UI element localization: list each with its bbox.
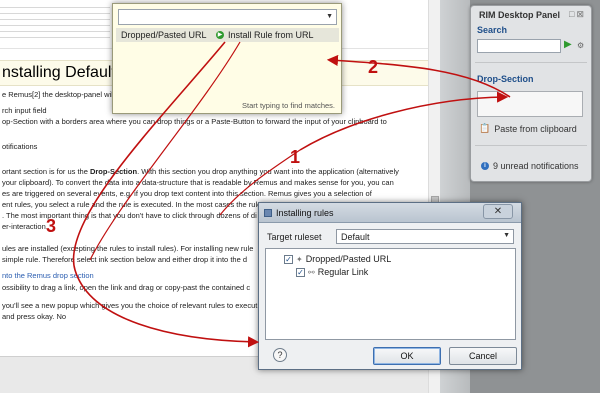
doc-line: you'll see a new popup which gives you t… [2, 301, 258, 310]
doc-line: ules are installed (excepting the rules … [2, 244, 254, 253]
doc-line: ortant section is for us the Drop-Sectio… [2, 167, 399, 176]
help-button[interactable]: ? [273, 348, 287, 362]
doc-line: . The most important thing is that you d… [2, 211, 257, 220]
drop-section-label: Drop-Section [477, 74, 534, 84]
chevron-down-icon[interactable]: ▼ [503, 232, 510, 239]
popup-hint: Start typing to find matches. [242, 101, 335, 110]
tree-item-label: Dropped/Pasted URL [305, 254, 392, 264]
doc-line: rch input field [2, 106, 47, 115]
options-icon[interactable]: ⚙ [577, 41, 584, 50]
window-controls[interactable]: □⊠ [569, 9, 586, 20]
rim-desktop-panel: RIM Desktop Panel □⊠ Search ▶ ⚙ Drop-Sec… [470, 5, 592, 182]
tree-item[interactable]: ✓ ⚯ Regular Link [296, 267, 368, 277]
rule-search-combo[interactable]: ▼ [118, 9, 337, 25]
link-icon: ⚯ [308, 267, 315, 277]
window-icon [264, 209, 272, 217]
installing-rules-dialog: Installing rules ✕ Target ruleset Defaul… [258, 202, 522, 370]
search-label: Search [477, 25, 508, 35]
doc-line: ent rules, you select a rule and the rul… [2, 200, 262, 209]
divider [475, 62, 587, 63]
clipboard-icon: 📋 [479, 123, 491, 133]
doc-line: your clipboard). To convert the data int… [2, 178, 394, 187]
info-icon: i [481, 162, 489, 170]
tree-item[interactable]: ✓ ✦ Dropped/Pasted URL [284, 254, 391, 264]
run-icon: ▶ [216, 31, 224, 39]
doc-line: er-interaction. [2, 222, 48, 231]
chevron-down-icon[interactable]: ▼ [326, 13, 333, 20]
doc-line: ossibility to drag a link, open the link… [2, 283, 251, 292]
target-ruleset-label: Target ruleset [267, 232, 322, 242]
divider [475, 145, 587, 146]
drop-zone[interactable] [477, 91, 583, 117]
annotation-number-3: 3 [46, 216, 57, 236]
doc-link[interactable]: nto the Remus drop section [2, 271, 94, 280]
doc-line: es are triggered on several events, e.g.… [2, 189, 372, 198]
target-ruleset-select[interactable]: Default ▼ [336, 229, 514, 244]
suggestion-row[interactable]: Dropped/Pasted URL ▶ Install Rule from U… [116, 28, 339, 42]
rule-icon: ✦ [296, 254, 303, 264]
suggestion-source: Dropped/Pasted URL [121, 30, 207, 40]
close-button[interactable]: ✕ [483, 204, 513, 219]
doc-line: otifications [2, 142, 38, 151]
tree-item-label: Regular Link [317, 267, 369, 277]
header-lines [0, 2, 110, 38]
search-input[interactable] [477, 39, 561, 53]
annotation-number-2: 2 [368, 57, 379, 77]
paste-button-label: Paste from clipboard [494, 123, 577, 134]
rules-tree: ✓ ✦ Dropped/Pasted URL ✓ ⚯ Regular Link [265, 248, 516, 340]
panel-title: RIM Desktop Panel [479, 10, 561, 20]
doc-bold: Drop-Section [89, 167, 138, 176]
notifications-link[interactable]: i 9 unread notifications [481, 161, 579, 171]
target-ruleset-value: Default [341, 232, 370, 242]
doc-line: op-Section with a borders area where you… [2, 117, 387, 126]
doc-line-text: . With this section you drop anything yo… [137, 167, 399, 176]
paste-button[interactable]: 📋 Paste from clipboard [479, 123, 577, 134]
doc-line: simple rule. Therefore select ink sectio… [2, 255, 247, 264]
doc-line: and press okay. No [2, 312, 67, 321]
play-icon[interactable]: ▶ [564, 39, 572, 50]
checkbox[interactable]: ✓ [284, 254, 293, 264]
ok-button[interactable]: OK [373, 347, 441, 365]
dialog-title: Installing rules [276, 208, 334, 218]
doc-line-text: ortant section is for us the [2, 167, 90, 176]
cancel-button[interactable]: Cancel [449, 347, 517, 365]
annotation-number-1: 1 [290, 147, 301, 167]
suggestion-action-label: Install Rule from URL [228, 30, 314, 40]
suggestion-action: ▶ Install Rule from URL [216, 30, 314, 40]
rule-suggestion-popup: ▼ Dropped/Pasted URL ▶ Install Rule from… [112, 3, 342, 114]
checkbox[interactable]: ✓ [296, 267, 305, 277]
dialog-titlebar[interactable]: Installing rules ✕ [259, 203, 521, 223]
notifications-label: 9 unread notifications [493, 161, 579, 171]
doc-line: e Remus[2] the desktop-panel will [2, 90, 115, 99]
